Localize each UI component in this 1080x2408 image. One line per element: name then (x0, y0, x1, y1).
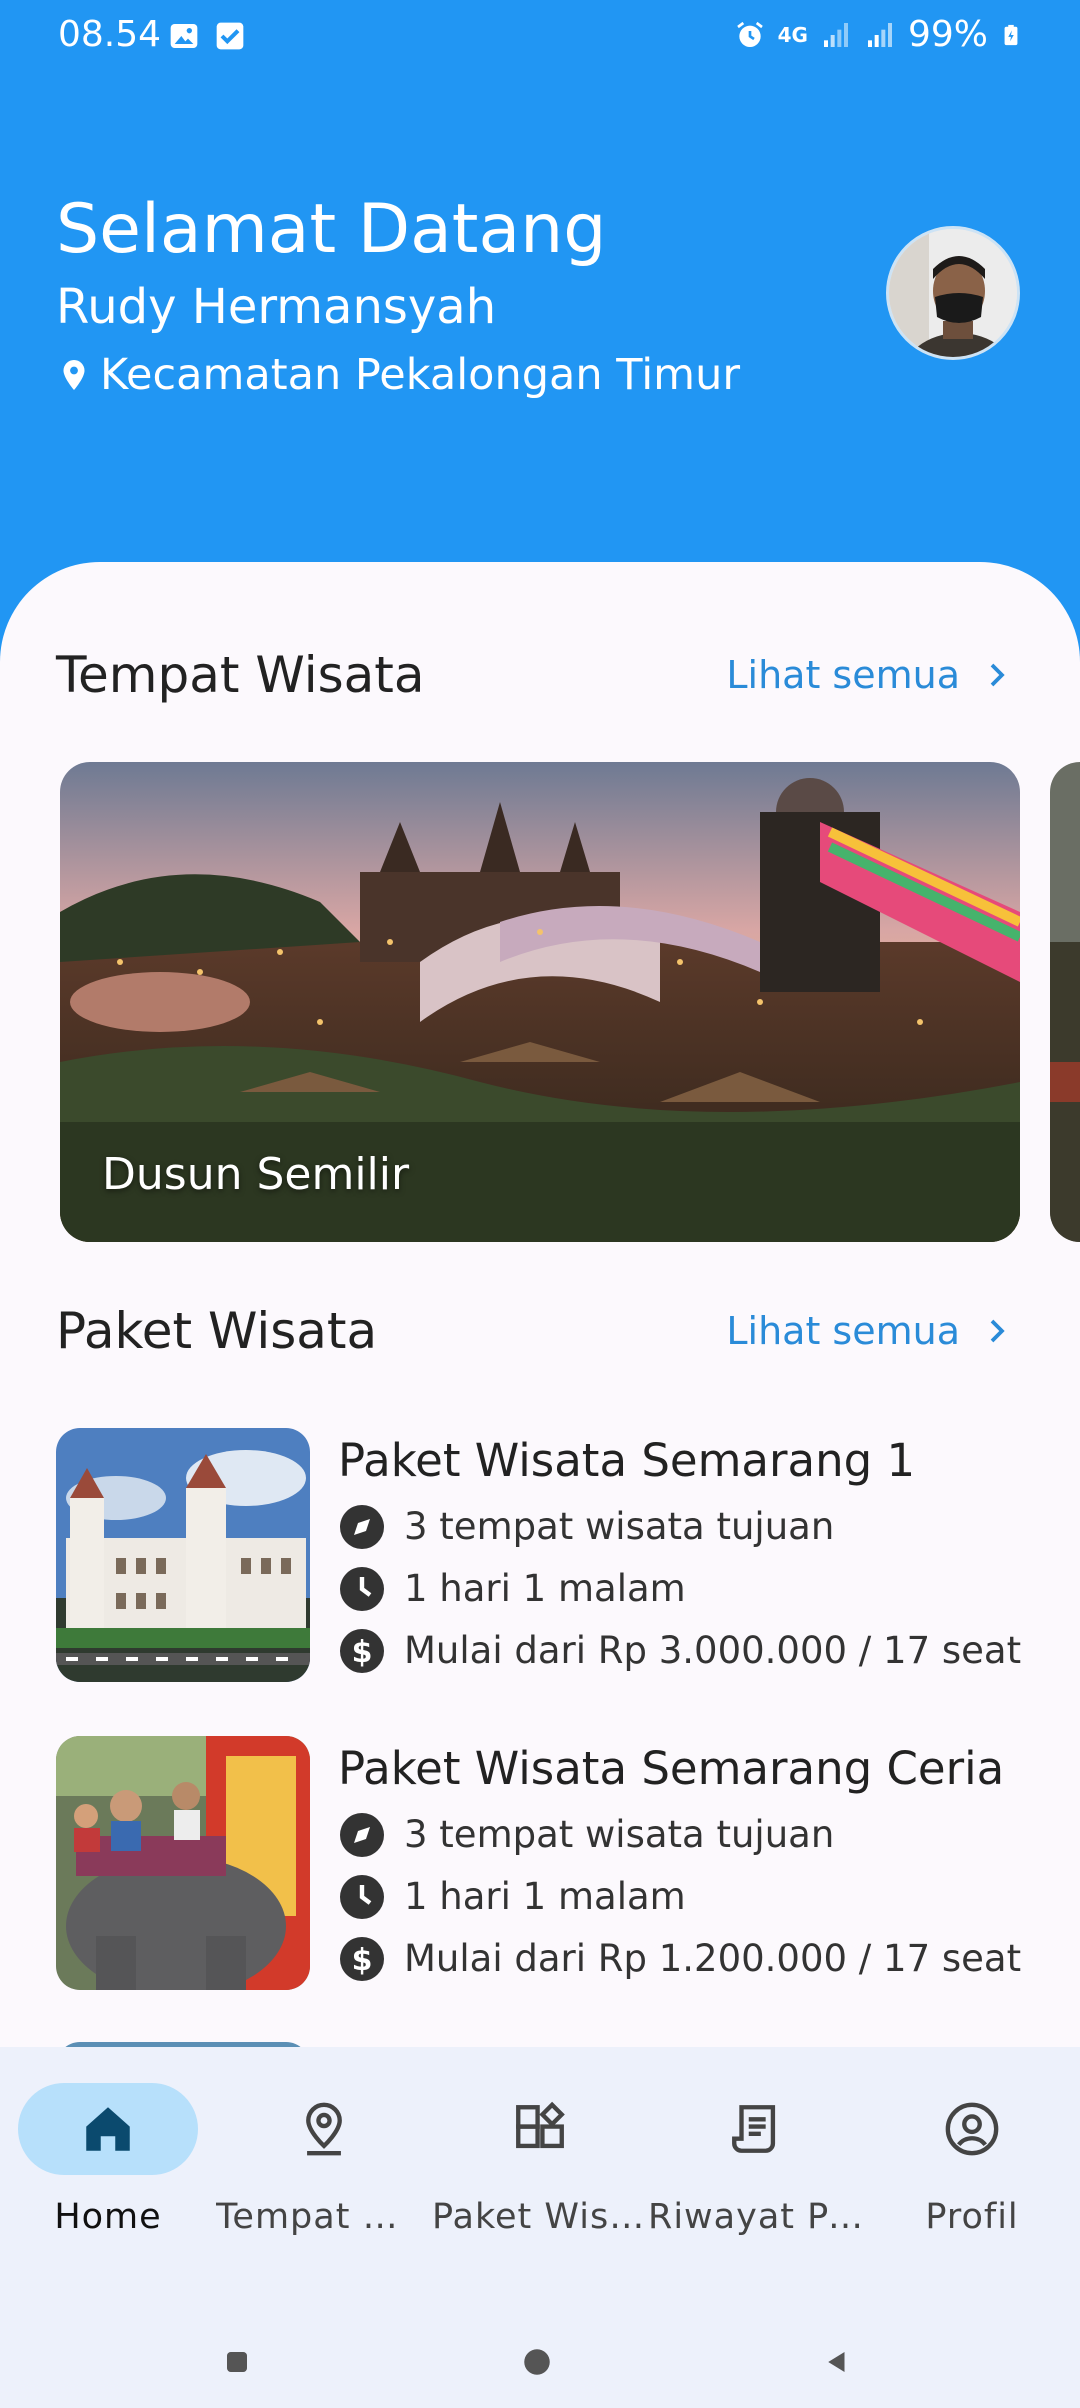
nav-riwayat[interactable]: Riwayat Pe... (648, 2083, 864, 2237)
destination-photo (1050, 762, 1080, 1242)
section-title: Paket Wisata (56, 1302, 378, 1360)
checkbox-icon (216, 22, 244, 50)
package-thumbnail (56, 1736, 310, 1990)
nav-label: Tempat Wis... (216, 2197, 432, 2237)
back-icon[interactable] (822, 2347, 852, 2377)
compass-icon (340, 1505, 384, 1549)
package-item[interactable]: Paket Wisata Semarang 1 3 tempat wisata … (56, 1428, 1026, 1682)
nav-label: Home (54, 2197, 162, 2237)
battery-percent: 99% (907, 14, 988, 55)
nav-indicator (882, 2083, 1062, 2175)
dollar-icon: $ (340, 1629, 384, 1673)
location-pin-icon (63, 360, 85, 390)
price-text: Mulai dari Rp 1.200.000 / 17 seat (404, 1937, 1022, 1980)
battery-charging-icon (1004, 24, 1018, 45)
gallery-icon (170, 24, 198, 48)
svg-text:$: $ (352, 1943, 373, 1978)
alarm-icon (736, 21, 763, 47)
see-all-label: Lihat semua (726, 1309, 960, 1353)
receipt-icon (732, 2105, 776, 2153)
see-all-paket-wisata-button[interactable]: Lihat semua (726, 1309, 1020, 1353)
see-all-label: Lihat semua (726, 653, 960, 697)
network-type: 4G (777, 22, 808, 47)
package-photo (56, 1736, 310, 1990)
destination-name: Dusun Semilir (102, 1149, 410, 1200)
avatar[interactable] (886, 226, 1020, 360)
section-title: Tempat Wisata (56, 646, 425, 704)
next-destination-card[interactable] (1050, 762, 1080, 1242)
nav-label: Profil (925, 2197, 1019, 2237)
chevron-right-icon (990, 663, 1005, 687)
package-title: Paket Wisata Semarang Ceria (338, 1742, 1005, 1795)
nav-label: Riwayat Pe... (648, 2197, 864, 2237)
package-title: Paket Wisata Semarang 1 (338, 1434, 916, 1487)
user-location: Kecamatan Pekalongan Timur (56, 343, 740, 407)
package-destinations: 3 tempat wisata tujuan (338, 1496, 1021, 1558)
paket-wisata-header: Paket Wisata Lihat semua (56, 1302, 1020, 1360)
greeting-title: Selamat Datang (56, 190, 607, 269)
user-name: Rudy Hermansyah (56, 279, 497, 335)
package-thumbnail (56, 1428, 310, 1682)
tempat-wisata-header: Tempat Wisata Lihat semua (56, 646, 1020, 704)
home-icon (86, 2107, 130, 2151)
location-text: Kecamatan Pekalongan Timur (100, 350, 741, 400)
status-bar: 08.54 4G 99% (0, 0, 1080, 76)
widgets-icon (516, 2101, 565, 2149)
clock-icon (340, 1875, 384, 1919)
package-price: $ Mulai dari Rp 1.200.000 / 17 seat (338, 1928, 1021, 1990)
welcome-header: Selamat Datang Rudy Hermansyah Kecamatan… (56, 185, 740, 407)
avatar-photo (889, 229, 1017, 357)
price-text: Mulai dari Rp 3.000.000 / 17 seat (404, 1629, 1022, 1672)
package-item[interactable]: Paket Wisata Semarang Ceria 3 tempat wis… (56, 1736, 1026, 1990)
system-navigation (0, 2337, 1080, 2407)
dollar-icon: $ (340, 1937, 384, 1981)
duration-text: 1 hari 1 malam (404, 1567, 686, 1610)
package-info: Paket Wisata Semarang Ceria 3 tempat wis… (338, 1736, 1021, 1990)
package-duration: 1 hari 1 malam (338, 1558, 1021, 1620)
package-photo (56, 1428, 310, 1682)
destinations-text: 3 tempat wisata tujuan (404, 1813, 835, 1856)
nav-label: Paket Wisata (432, 2197, 648, 2237)
nav-home[interactable]: Home (0, 2083, 216, 2237)
package-duration: 1 hari 1 malam (338, 1866, 1021, 1928)
chevron-right-icon (990, 1319, 1005, 1343)
nav-profil[interactable]: Profil (864, 2083, 1080, 2237)
svg-text:$: $ (352, 1635, 373, 1670)
package-info: Paket Wisata Semarang 1 3 tempat wisata … (338, 1428, 1021, 1682)
package-price: $ Mulai dari Rp 3.000.000 / 17 seat (338, 1620, 1021, 1682)
status-time: 08.54 (58, 14, 162, 55)
home-button-icon[interactable] (520, 2345, 554, 2379)
profile-icon (945, 2102, 999, 2156)
nav-indicator (18, 2083, 198, 2175)
nav-indicator (234, 2083, 414, 2175)
signal-icon (823, 22, 848, 47)
duration-text: 1 hari 1 malam (404, 1875, 686, 1918)
bottom-navigation: Home Tempat Wis... Paket Wisata Riwayat … (0, 2047, 1080, 2408)
destinations-text: 3 tempat wisata tujuan (404, 1505, 835, 1548)
nav-paket-wisata[interactable]: Paket Wisata (432, 2083, 648, 2237)
signal-icon (867, 22, 892, 47)
recents-icon[interactable] (222, 2347, 252, 2377)
clock-icon (340, 1567, 384, 1611)
nav-tempat-wisata[interactable]: Tempat Wis... (216, 2083, 432, 2237)
nav-indicator (666, 2083, 846, 2175)
tempat-wisata-card[interactable]: Dusun Semilir (60, 762, 1020, 1242)
nav-indicator (450, 2083, 630, 2175)
location-pin-icon (306, 2102, 342, 2156)
package-destinations: 3 tempat wisata tujuan (338, 1804, 1021, 1866)
see-all-tempat-wisata-button[interactable]: Lihat semua (726, 653, 1020, 697)
compass-icon (340, 1813, 384, 1857)
